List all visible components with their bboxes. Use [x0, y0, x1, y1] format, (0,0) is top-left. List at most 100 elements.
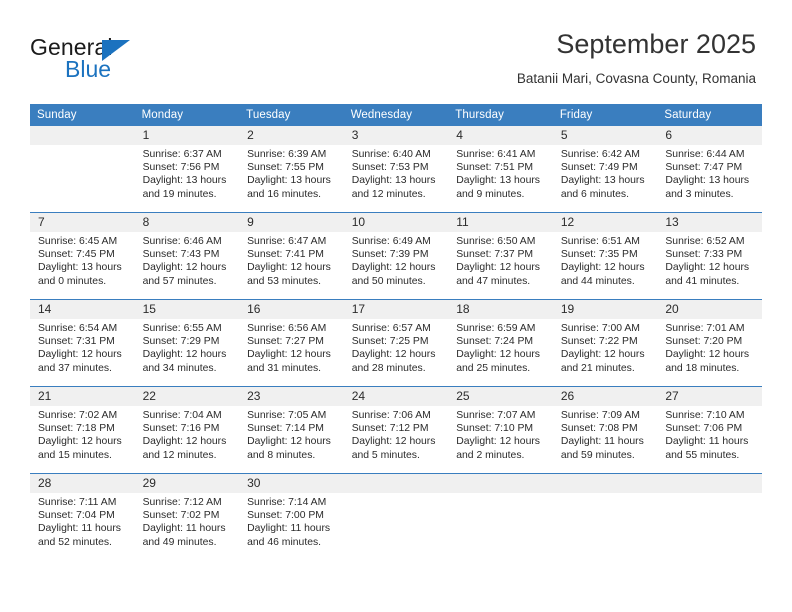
- weekday-header-tuesday: Tuesday: [239, 104, 344, 126]
- calendar-day-cell[interactable]: 21 Sunrise: 7:02 AM Sunset: 7:18 PM Dayligh…: [30, 386, 135, 474]
- calendar-day-cell[interactable]: 19 Sunrise: 7:00 AM Sunset: 7:22 PM Dayligh…: [552, 299, 658, 387]
- day-sun-info: Sunrise: 6:54 AM Sunset: 7:31 PM Daylight:…: [30, 319, 135, 375]
- day-number: 27: [657, 387, 762, 406]
- sunrise-time: Sunrise: 7:01 AM: [665, 323, 745, 334]
- calendar-day-cell[interactable]: 26 Sunrise: 7:09 AM Sunset: 7:08 PM Dayligh…: [552, 386, 658, 474]
- daylight-duration-line1: Daylight: 12 hours: [142, 349, 227, 361]
- weekday-header-row: Sunday Monday Tuesday Wednesday Thursday…: [30, 104, 762, 126]
- daylight-duration-line1: Daylight: 12 hours: [351, 349, 436, 361]
- daylight-duration-line2: and 5 minutes.: [351, 449, 420, 461]
- day-number: 12: [552, 213, 658, 232]
- daylight-duration-line1: Daylight: 12 hours: [38, 349, 122, 361]
- sunset-time: Sunset: 7:06 PM: [665, 423, 743, 435]
- calendar-day-cell[interactable]: 13 Sunrise: 6:52 AM Sunset: 7:33 PM Dayligh…: [657, 212, 762, 300]
- daylight-duration-line1: Daylight: 12 hours: [247, 436, 331, 448]
- daylight-duration-line1: Daylight: 12 hours: [142, 262, 227, 274]
- daylight-duration-line2: and 2 minutes.: [456, 449, 525, 461]
- calendar-day-cell[interactable]: 22 Sunrise: 7:04 AM Sunset: 7:16 PM Dayligh…: [134, 386, 240, 474]
- calendar-day-cell[interactable]: 27 Sunrise: 7:10 AM Sunset: 7:06 PM Dayligh…: [657, 386, 762, 474]
- day-number: 3: [343, 126, 449, 145]
- daylight-duration-line1: Daylight: 12 hours: [38, 436, 122, 448]
- daylight-duration-line2: and 37 minutes.: [38, 362, 112, 374]
- calendar-day-cell[interactable]: [552, 473, 658, 560]
- calendar-day-cell[interactable]: 20 Sunrise: 7:01 AM Sunset: 7:20 PM Dayligh…: [657, 299, 762, 387]
- day-cell-empty: [343, 474, 449, 560]
- day-sun-info: Sunrise: 7:09 AM Sunset: 7:08 PM Daylight:…: [553, 406, 658, 462]
- calendar-day-cell[interactable]: [657, 473, 762, 560]
- day-cell-empty: [30, 126, 135, 212]
- sunset-time: Sunset: 7:04 PM: [38, 510, 115, 522]
- calendar-day-cell[interactable]: 30 Sunrise: 7:14 AM Sunset: 7:00 PM Dayligh…: [239, 473, 344, 560]
- day-number: 30: [239, 474, 344, 493]
- day-sun-info: Sunrise: 6:51 AM Sunset: 7:35 PM Daylight:…: [553, 232, 658, 288]
- calendar-day-cell[interactable]: 16 Sunrise: 6:56 AM Sunset: 7:27 PM Dayligh…: [239, 299, 344, 387]
- calendar-day-cell[interactable]: 23 Sunrise: 7:05 AM Sunset: 7:14 PM Dayligh…: [239, 386, 344, 474]
- day-number: 19: [552, 300, 658, 319]
- calendar-day-cell[interactable]: 5 Sunrise: 6:42 AM Sunset: 7:49 PM Daylight…: [552, 126, 658, 213]
- day-cell-content: 1 Sunrise: 6:37 AM Sunset: 7:56 PM Daylight…: [134, 126, 240, 212]
- calendar-day-cell[interactable]: [343, 473, 449, 560]
- weekday-header-wednesday: Wednesday: [343, 104, 449, 126]
- calendar-day-cell[interactable]: 4 Sunrise: 6:41 AM Sunset: 7:51 PM Daylight…: [448, 126, 553, 213]
- calendar-day-cell[interactable]: 17 Sunrise: 6:57 AM Sunset: 7:25 PM Dayligh…: [343, 299, 449, 387]
- day-number: 9: [239, 213, 344, 232]
- calendar-day-cell[interactable]: 28 Sunrise: 7:11 AM Sunset: 7:04 PM Dayligh…: [30, 473, 135, 560]
- sunset-time: Sunset: 7:45 PM: [38, 249, 115, 261]
- day-cell-content: 13 Sunrise: 6:52 AM Sunset: 7:33 PM Dayligh…: [657, 213, 762, 299]
- calendar-day-cell[interactable]: 8 Sunrise: 6:46 AM Sunset: 7:43 PM Daylight…: [134, 212, 240, 300]
- calendar-day-cell[interactable]: 25 Sunrise: 7:07 AM Sunset: 7:10 PM Dayligh…: [448, 386, 553, 474]
- sunrise-time: Sunrise: 7:04 AM: [142, 410, 222, 421]
- day-cell-content: 21 Sunrise: 7:02 AM Sunset: 7:18 PM Dayligh…: [30, 387, 135, 473]
- calendar-day-cell[interactable]: 1 Sunrise: 6:37 AM Sunset: 7:56 PM Daylight…: [134, 126, 240, 213]
- sunset-time: Sunset: 7:27 PM: [247, 336, 324, 348]
- day-cell-content: 27 Sunrise: 7:10 AM Sunset: 7:06 PM Dayligh…: [657, 387, 762, 473]
- title-block: September 2025 Batanii Mari, Covasna Cou…: [517, 28, 756, 88]
- calendar-head: Sunday Monday Tuesday Wednesday Thursday…: [30, 104, 762, 126]
- sunset-time: Sunset: 7:39 PM: [351, 249, 429, 261]
- sunrise-time: Sunrise: 7:05 AM: [247, 410, 327, 421]
- daylight-duration-line1: Daylight: 12 hours: [247, 262, 331, 274]
- sunrise-time: Sunrise: 6:39 AM: [247, 149, 327, 160]
- calendar-day-cell[interactable]: [30, 126, 135, 213]
- daylight-duration-line2: and 52 minutes.: [38, 536, 112, 548]
- day-sun-info: Sunrise: 6:37 AM Sunset: 7:56 PM Daylight:…: [135, 145, 240, 201]
- daylight-duration-line1: Daylight: 11 hours: [247, 523, 331, 535]
- calendar-day-cell[interactable]: 29 Sunrise: 7:12 AM Sunset: 7:02 PM Dayligh…: [134, 473, 240, 560]
- sunset-time: Sunset: 7:08 PM: [560, 423, 638, 435]
- day-number: 11: [448, 213, 553, 232]
- calendar-day-cell[interactable]: 9 Sunrise: 6:47 AM Sunset: 7:41 PM Daylight…: [239, 212, 344, 300]
- day-sun-info: Sunrise: 6:45 AM Sunset: 7:45 PM Daylight:…: [30, 232, 135, 288]
- daylight-duration-line1: Daylight: 12 hours: [665, 349, 750, 361]
- sunset-time: Sunset: 7:53 PM: [351, 162, 429, 174]
- day-number: [552, 474, 658, 493]
- sunset-time: Sunset: 7:43 PM: [142, 249, 220, 261]
- day-number: [448, 474, 553, 493]
- sunset-time: Sunset: 7:51 PM: [456, 162, 534, 174]
- calendar-page: General Blue September 2025 Batanii Mari…: [0, 0, 792, 612]
- calendar-day-cell[interactable]: 7 Sunrise: 6:45 AM Sunset: 7:45 PM Daylight…: [30, 212, 135, 300]
- day-cell-empty: [552, 474, 658, 560]
- calendar-day-cell[interactable]: 24 Sunrise: 7:06 AM Sunset: 7:12 PM Dayligh…: [343, 386, 449, 474]
- calendar-day-cell[interactable]: 3 Sunrise: 6:40 AM Sunset: 7:53 PM Daylight…: [343, 126, 449, 213]
- day-sun-info: Sunrise: 7:06 AM Sunset: 7:12 PM Daylight:…: [344, 406, 449, 462]
- sunrise-time: Sunrise: 7:09 AM: [560, 410, 640, 421]
- day-sun-info: Sunrise: 6:41 AM Sunset: 7:51 PM Daylight:…: [448, 145, 553, 201]
- calendar-day-cell[interactable]: 15 Sunrise: 6:55 AM Sunset: 7:29 PM Dayligh…: [134, 299, 240, 387]
- sunrise-time: Sunrise: 6:57 AM: [351, 323, 431, 334]
- calendar-day-cell[interactable]: 6 Sunrise: 6:44 AM Sunset: 7:47 PM Daylight…: [657, 126, 762, 213]
- calendar-day-cell[interactable]: 18 Sunrise: 6:59 AM Sunset: 7:24 PM Dayligh…: [448, 299, 553, 387]
- calendar-day-cell[interactable]: 11 Sunrise: 6:50 AM Sunset: 7:37 PM Dayligh…: [448, 212, 553, 300]
- general-blue-logo[interactable]: General Blue: [30, 34, 210, 90]
- calendar-day-cell[interactable]: 2 Sunrise: 6:39 AM Sunset: 7:55 PM Daylight…: [239, 126, 344, 213]
- daylight-duration-line2: and 59 minutes.: [560, 449, 635, 461]
- calendar-day-cell[interactable]: 10 Sunrise: 6:49 AM Sunset: 7:39 PM Dayligh…: [343, 212, 449, 300]
- day-cell-content: 6 Sunrise: 6:44 AM Sunset: 7:47 PM Daylight…: [657, 126, 762, 212]
- calendar-day-cell[interactable]: 14 Sunrise: 6:54 AM Sunset: 7:31 PM Dayligh…: [30, 299, 135, 387]
- day-number: 21: [30, 387, 135, 406]
- day-cell-content: 10 Sunrise: 6:49 AM Sunset: 7:39 PM Dayligh…: [343, 213, 449, 299]
- day-cell-content: 18 Sunrise: 6:59 AM Sunset: 7:24 PM Dayligh…: [448, 300, 553, 386]
- calendar-day-cell[interactable]: 12 Sunrise: 6:51 AM Sunset: 7:35 PM Dayligh…: [552, 212, 658, 300]
- day-cell-content: 2 Sunrise: 6:39 AM Sunset: 7:55 PM Daylight…: [239, 126, 344, 212]
- sunrise-time: Sunrise: 6:52 AM: [665, 236, 745, 247]
- calendar-day-cell[interactable]: [448, 473, 553, 560]
